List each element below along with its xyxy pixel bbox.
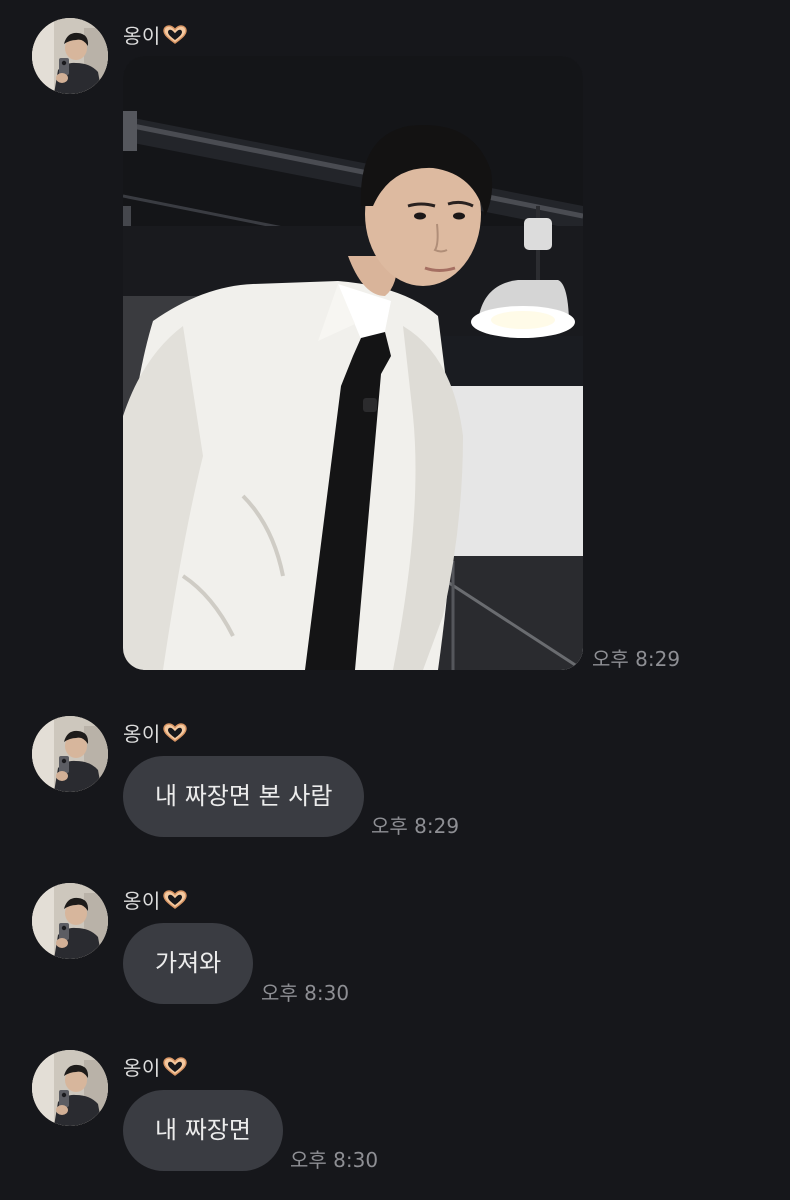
heart-hands-icon [163,723,187,748]
sender-name: 옹이 [123,1052,187,1082]
sender-name: 옹이 [123,718,187,748]
message-group: 옹이 가져와 오후 8:30 [0,883,790,1008]
heart-hands-icon [163,890,187,915]
message-group: 옹이 내 짜장면 오후 8:30 [0,1050,790,1175]
message-group: 옹이 내 짜장면 본 사람 오후 8:29 [0,716,790,841]
timestamp: 오후 8:29 [371,814,460,838]
message-bubble[interactable]: 가져와 [123,923,254,1004]
message-group: 옹이 오후 8:29 [0,18,790,678]
sender-name: 옹이 [123,885,187,915]
photo-message[interactable] [123,56,583,670]
heart-hands-icon [163,1057,187,1082]
message-bubble[interactable]: 내 짜장면 [123,1090,283,1171]
heart-hands-icon [163,25,187,50]
timestamp: 오후 8:30 [261,981,350,1005]
avatar[interactable] [32,18,108,94]
timestamp: 오후 8:30 [290,1148,379,1172]
timestamp: 오후 8:29 [592,647,681,671]
message-bubble[interactable]: 내 짜장면 본 사람 [123,756,365,837]
avatar[interactable] [32,883,108,959]
sender-name: 옹이 [123,20,187,50]
avatar[interactable] [32,1050,108,1126]
avatar[interactable] [32,716,108,792]
